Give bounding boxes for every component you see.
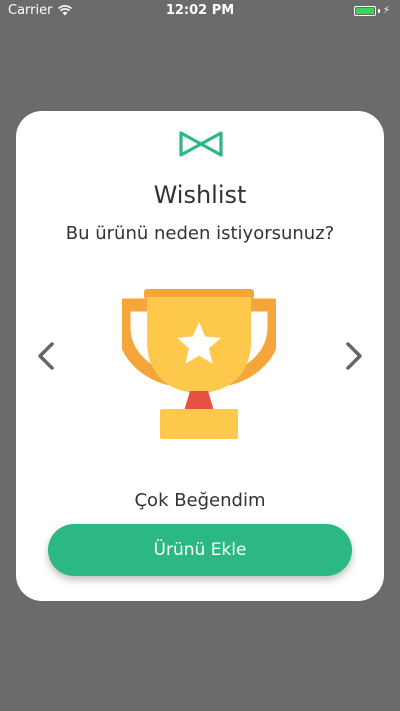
battery-charging-icon: ⚡ [353, 5, 390, 16]
add-product-button[interactable]: Ürünü Ekle [48, 524, 352, 576]
dialog-title: Wishlist [153, 181, 247, 209]
chevron-right-icon[interactable] [340, 339, 368, 373]
selected-reason-label: Çok Beğendim [134, 490, 266, 511]
status-bar: Carrier 12:02 PM ⚡ [0, 0, 400, 22]
wishlist-dialog: Wishlist Bu ürünü neden istiyorsunuz? Ço… [16, 111, 384, 601]
battery-tip [377, 8, 380, 13]
battery-level [355, 7, 374, 14]
battery-body [353, 5, 376, 16]
bowtie-logo-icon [179, 131, 223, 157]
trophy-icon [122, 289, 276, 439]
charging-bolt-icon: ⚡ [382, 5, 390, 16]
dialog-question: Bu ürünü neden istiyorsunuz? [65, 223, 335, 244]
status-time: 12:02 PM [165, 3, 235, 18]
chevron-left-icon[interactable] [32, 339, 60, 373]
